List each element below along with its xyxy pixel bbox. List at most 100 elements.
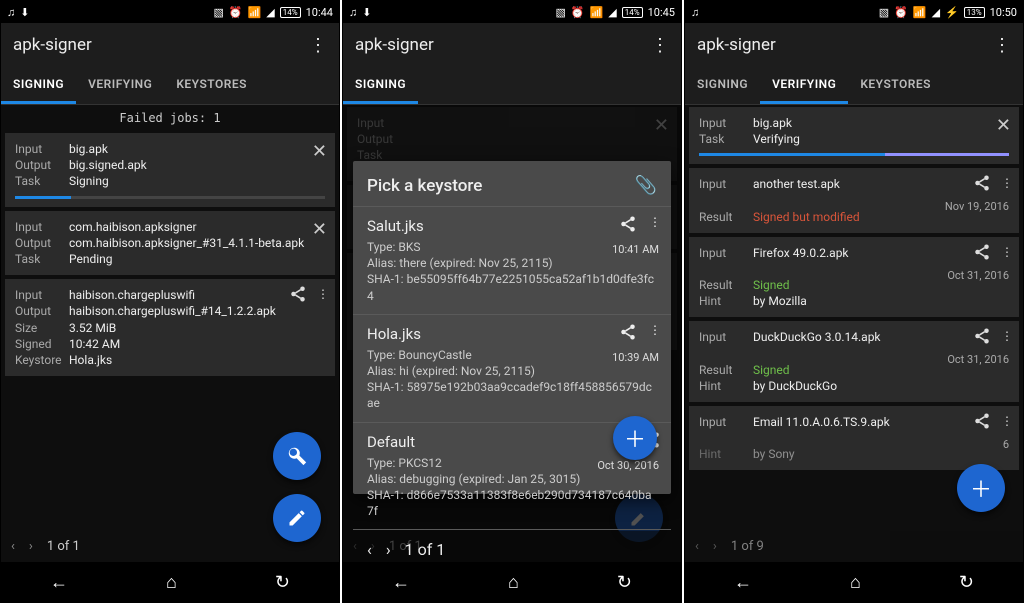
pager-prev-icon[interactable]: ‹ bbox=[11, 539, 15, 554]
alarm-icon: ⏰ bbox=[894, 6, 908, 19]
pager-next-icon[interactable]: › bbox=[29, 539, 33, 554]
nav-refresh-icon[interactable]: ↻ bbox=[959, 572, 974, 593]
pager-next-icon[interactable]: › bbox=[386, 540, 391, 559]
nav-back-icon[interactable]: ← bbox=[734, 572, 752, 593]
value-sha1: be55095ff64b77e2251055ca52af1b1d0dfe3fc4 bbox=[367, 272, 654, 302]
nav-home-icon[interactable]: ⌂ bbox=[508, 572, 519, 593]
label-input: Input bbox=[15, 287, 63, 303]
tab-signing[interactable]: SIGNING bbox=[1, 67, 76, 104]
tab-keystores[interactable]: KEYSTORES bbox=[848, 67, 943, 104]
item-menu-icon[interactable]: ⋮ bbox=[1001, 414, 1013, 428]
download-icon: ⬇ bbox=[362, 6, 371, 19]
close-icon[interactable]: ✕ bbox=[312, 141, 327, 162]
fab-add[interactable]: ＋ bbox=[613, 416, 657, 460]
value-input: haibison.chargepluswifi bbox=[69, 287, 325, 303]
nav-home-icon[interactable]: ⌂ bbox=[850, 572, 861, 593]
verify-card[interactable]: ✕ Inputbig.apk TaskVerifying bbox=[689, 107, 1019, 164]
attachment-icon[interactable]: 📎 bbox=[635, 175, 657, 196]
tab-keystores[interactable]: KEYSTORES bbox=[164, 67, 259, 104]
value-output: com.haibison.apksigner_#31_4.1.1-beta.ap… bbox=[69, 235, 325, 251]
pager-next-icon[interactable]: › bbox=[713, 539, 717, 554]
label-keystore: Keystore bbox=[15, 352, 63, 368]
overflow-menu-icon[interactable]: ⋮ bbox=[651, 35, 669, 56]
keystore-item[interactable]: ⋮ Hola.jks Type: BouncyCastle 10:39 AM A… bbox=[353, 314, 671, 422]
pager: ‹ › 1 of 9 bbox=[685, 531, 1023, 562]
pager-label: 1 of 9 bbox=[731, 539, 764, 554]
clock: 10:45 bbox=[648, 6, 675, 19]
item-menu-icon[interactable]: ⋮ bbox=[1001, 329, 1013, 343]
value-output: haibison.chargepluswifi_#14_1.2.2.apk bbox=[69, 303, 325, 319]
value-input: big.apk bbox=[69, 141, 325, 157]
nfc-icon: ▧ bbox=[213, 6, 223, 19]
pager-prev-icon[interactable]: ‹ bbox=[695, 539, 699, 554]
value-sha1: d866e7533a11383f8e6eb290d734187c640ba7f bbox=[367, 488, 652, 518]
fab-edit[interactable] bbox=[273, 494, 321, 542]
item-menu-icon[interactable]: ⋮ bbox=[317, 287, 329, 301]
fab-wrench[interactable] bbox=[273, 432, 321, 480]
value-input: another test.apk bbox=[753, 176, 1009, 192]
tab-bar: SIGNING bbox=[343, 67, 681, 105]
label-hint: Hint bbox=[699, 446, 747, 462]
value-task: Signing bbox=[69, 173, 325, 189]
tab-verifying[interactable]: VERIFYING bbox=[76, 67, 164, 104]
share-icon[interactable] bbox=[619, 323, 637, 341]
nav-home-icon[interactable]: ⌂ bbox=[166, 572, 177, 593]
label-sha1: SHA-1: bbox=[367, 488, 404, 502]
label-output: Output bbox=[15, 235, 63, 251]
dialog-pager: ‹ › 1 of 1 bbox=[353, 529, 671, 562]
app-title: apk-signer bbox=[697, 35, 776, 55]
content-area: ✕ Input Output Task ✕ Input Output Task … bbox=[343, 105, 681, 562]
nav-back-icon[interactable]: ← bbox=[50, 572, 68, 593]
nav-refresh-icon[interactable]: ↻ bbox=[617, 572, 632, 593]
verify-card[interactable]: ⋮ Inputanother test.apk Nov 19, 2016 Res… bbox=[689, 168, 1019, 232]
progress-bar bbox=[15, 196, 325, 199]
battery-icon: 14% bbox=[622, 7, 643, 18]
value-size: 3.52 MiB bbox=[69, 320, 325, 336]
share-icon[interactable] bbox=[619, 215, 637, 233]
nav-bar: ← ⌂ ↻ bbox=[1, 562, 339, 602]
tab-verifying[interactable]: VERIFYING bbox=[760, 67, 848, 104]
label-size: Size bbox=[15, 320, 63, 336]
close-icon[interactable]: ✕ bbox=[996, 115, 1011, 136]
overflow-menu-icon[interactable]: ⋮ bbox=[309, 35, 327, 56]
status-bar: ♫ ⬇ ▧ ⏰ 📶 ◢ 14% 10:44 bbox=[1, 1, 339, 23]
share-icon[interactable] bbox=[289, 285, 307, 303]
label-input: Input bbox=[699, 245, 747, 261]
nav-bar: ← ⌂ ↻ bbox=[685, 562, 1023, 602]
job-card[interactable]: ✕ Inputcom.haibison.apksigner Outputcom.… bbox=[5, 211, 335, 276]
fab-add[interactable]: ＋ bbox=[957, 464, 1005, 512]
close-icon[interactable]: ✕ bbox=[312, 219, 327, 240]
keystore-item[interactable]: ⋮ Salut.jks Type: BKS 10:41 AM Alias: th… bbox=[353, 206, 671, 314]
keystore-name: Salut.jks bbox=[367, 217, 657, 235]
music-icon: ♫ bbox=[349, 6, 357, 19]
item-menu-icon[interactable]: ⋮ bbox=[1001, 176, 1013, 190]
tab-signing[interactable]: SIGNING bbox=[685, 67, 760, 104]
nav-refresh-icon[interactable]: ↻ bbox=[275, 572, 290, 593]
overflow-menu-icon[interactable]: ⋮ bbox=[993, 35, 1011, 56]
wifi-icon: 📶 bbox=[590, 6, 604, 19]
share-icon[interactable] bbox=[973, 412, 991, 430]
item-menu-icon[interactable]: ⋮ bbox=[649, 215, 661, 233]
verify-card[interactable]: ⋮ InputFirefox 49.0.2.apk Oct 31, 2016 R… bbox=[689, 237, 1019, 318]
verify-card[interactable]: ⋮ InputDuckDuckGo 3.0.14.apk Oct 31, 201… bbox=[689, 321, 1019, 402]
tab-signing[interactable]: SIGNING bbox=[343, 67, 418, 104]
share-icon[interactable] bbox=[973, 174, 991, 192]
app-bar: apk-signer ⋮ bbox=[685, 23, 1023, 67]
nav-bar: ← ⌂ ↻ bbox=[343, 562, 681, 602]
verify-card[interactable]: ⋮ InputEmail 11.0.A.0.6.TS.9.apk 6 Hintb… bbox=[689, 406, 1019, 470]
item-menu-icon[interactable]: ⋮ bbox=[649, 323, 661, 341]
label-result: Result bbox=[699, 362, 747, 378]
job-card[interactable]: ⋮ Inputhaibison.chargepluswifi Outputhai… bbox=[5, 279, 335, 376]
job-card[interactable]: ✕ Inputbig.apk Outputbig.signed.apk Task… bbox=[5, 133, 335, 207]
status-bar: ♫⬇ ▧⏰📶◢ 14% 10:45 bbox=[343, 1, 681, 23]
share-icon[interactable] bbox=[973, 327, 991, 345]
clock: 10:50 bbox=[990, 6, 1017, 19]
tab-bar: SIGNING VERIFYING KEYSTORES bbox=[1, 67, 339, 105]
share-icon[interactable] bbox=[973, 243, 991, 261]
signal-icon: ◢ bbox=[932, 6, 940, 19]
nav-back-icon[interactable]: ← bbox=[392, 572, 410, 593]
value-input: big.apk bbox=[753, 115, 1009, 131]
item-menu-icon[interactable]: ⋮ bbox=[1001, 245, 1013, 259]
clock: 10:44 bbox=[306, 6, 333, 19]
pager-prev-icon[interactable]: ‹ bbox=[367, 540, 372, 559]
